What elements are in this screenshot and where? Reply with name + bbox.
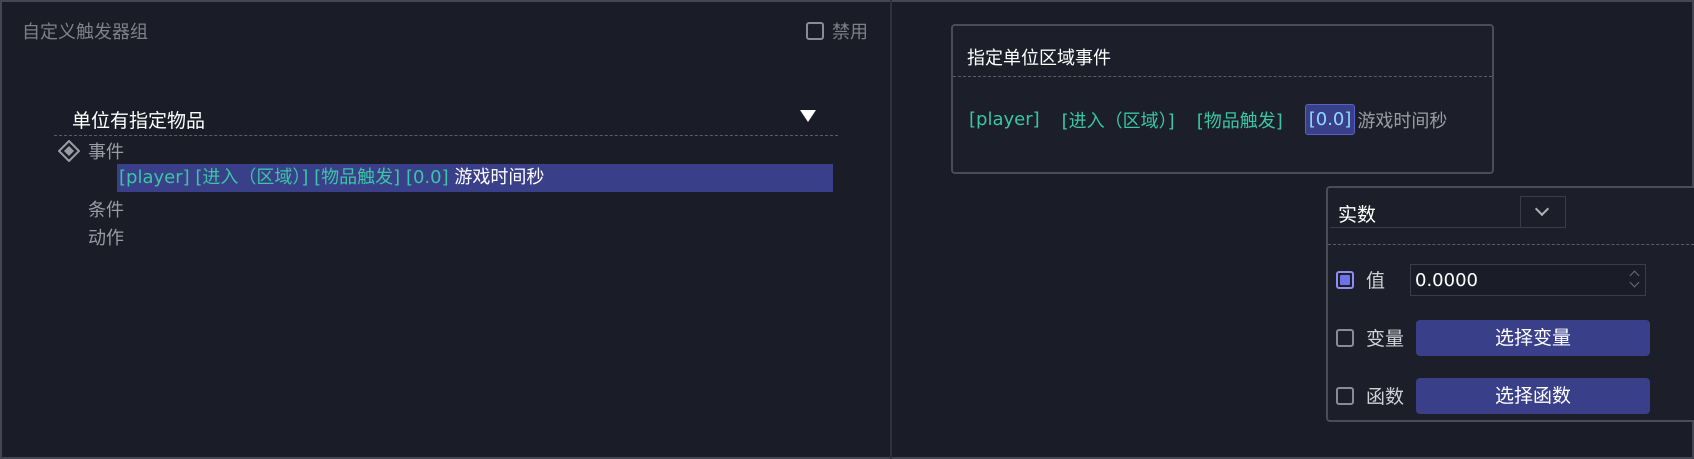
trigger-header[interactable]: 单位有指定物品: [54, 100, 838, 136]
value-input-text[interactable]: 0.0000: [1415, 270, 1478, 291]
variable-checkbox[interactable]: [1336, 328, 1354, 347]
variable-option[interactable]: 变量: [1336, 324, 1404, 351]
triangle-down-icon[interactable]: [800, 110, 816, 122]
value-picker-panel: 实数 值 0.0000 变量 选择变量 函数 选择函数: [1326, 186, 1694, 422]
event-param-player[interactable]: [player]: [119, 167, 190, 188]
trigger-group-panel: 自定义触发器组 禁用 单位有指定物品 事件 [player] [进入（区域）] …: [2, 2, 890, 457]
panel-divider[interactable]: [890, 0, 892, 459]
diamond-event-icon: [58, 140, 80, 162]
action-section-label[interactable]: 动作: [88, 224, 124, 250]
select-function-button[interactable]: 选择函数: [1416, 378, 1650, 414]
value-checkbox[interactable]: [1336, 270, 1354, 289]
editor-param-player[interactable]: [player]: [969, 109, 1040, 130]
value-panel-separator: [1328, 244, 1694, 245]
event-editor-separator: [953, 76, 1492, 77]
editor-param-time-unit: 游戏时间秒: [1357, 110, 1448, 132]
value-number-input[interactable]: 0.0000: [1410, 264, 1646, 296]
event-param-enter-region[interactable]: [进入（区域）]: [195, 167, 308, 188]
disable-label: 禁用: [832, 22, 868, 43]
chevron-down-icon: [1534, 201, 1550, 217]
value-option-label: 值: [1366, 270, 1386, 292]
type-dropdown-button[interactable]: [1520, 196, 1566, 228]
panel-title: 自定义触发器组: [22, 22, 148, 43]
disable-toggle[interactable]: 禁用: [806, 18, 868, 44]
event-editor-title: 指定单位区域事件: [967, 48, 1111, 69]
event-param-time-unit: 游戏时间秒: [454, 167, 545, 188]
trigger-name: 单位有指定物品: [72, 110, 206, 132]
condition-section-label[interactable]: 条件: [88, 196, 124, 222]
disable-checkbox[interactable]: [806, 22, 824, 40]
type-select[interactable]: 实数: [1330, 196, 1566, 228]
event-param-time-value[interactable]: [0.0]: [406, 167, 449, 188]
function-option-label: 函数: [1366, 386, 1405, 408]
function-checkbox[interactable]: [1336, 386, 1354, 405]
type-selected-label: 实数: [1338, 204, 1377, 226]
editor-param-item-trigger[interactable]: [物品触发]: [1197, 107, 1283, 133]
event-section-label[interactable]: 事件: [88, 138, 124, 164]
select-variable-button[interactable]: 选择变量: [1416, 320, 1650, 356]
editor-param-time-value[interactable]: [0.0]: [1304, 104, 1356, 135]
event-editor-box: 指定单位区域事件 [player] [进入（区域）] [物品触发] [0.0] …: [951, 24, 1494, 174]
function-option[interactable]: 函数: [1336, 382, 1404, 409]
event-param-item-trigger[interactable]: [物品触发]: [314, 167, 400, 188]
event-editor-params: [player] [进入（区域）] [物品触发] [0.0] 游戏时间秒: [969, 104, 1447, 135]
editor-param-enter-region[interactable]: [进入（区域）]: [1062, 107, 1175, 133]
event-entry[interactable]: [player] [进入（区域）] [物品触发] [0.0] 游戏时间秒: [117, 164, 833, 192]
variable-option-label: 变量: [1366, 328, 1405, 350]
spin-down-icon[interactable]: [1629, 277, 1640, 288]
value-option[interactable]: 值: [1336, 266, 1385, 293]
spinner-icon[interactable]: [1629, 269, 1641, 291]
